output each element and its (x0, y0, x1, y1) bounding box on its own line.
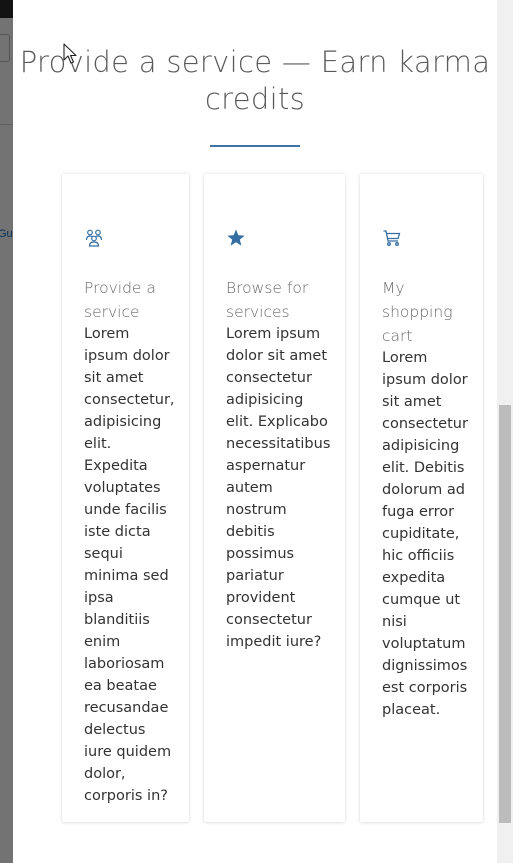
card-title: My shopping cart (382, 279, 453, 345)
mouse-cursor-icon (63, 43, 77, 64)
card-description: Lorem ipsum dolor sit amet consectetur a… (382, 350, 468, 718)
card-browse-services[interactable]: Browse for services Lorem ipsum dolor si… (204, 174, 345, 822)
card-shopping-cart[interactable]: My shopping cart Lorem ipsum dolor sit a… (360, 174, 483, 822)
scrollbar-thumb[interactable] (499, 405, 511, 823)
card-provide-service[interactable]: Provide a service Lorem ipsum dolor sit … (62, 174, 189, 822)
card-title: Provide a service (84, 279, 156, 321)
card-title: Browse for services (226, 279, 309, 321)
people-group-icon (84, 228, 104, 248)
dialog-title: Provide a service — Earn karma credits (19, 45, 491, 116)
star-icon (226, 228, 246, 248)
shopping-cart-icon (382, 228, 402, 248)
page-edge (513, 0, 526, 863)
service-dialog: Provide a service — Earn karma credits P… (13, 0, 497, 863)
card-description: Lorem ipsum dolor sit amet consectetur a… (226, 326, 331, 650)
card-description: Lorem ipsum dolor sit amet consectetur, … (84, 326, 175, 804)
title-underline (210, 145, 300, 147)
